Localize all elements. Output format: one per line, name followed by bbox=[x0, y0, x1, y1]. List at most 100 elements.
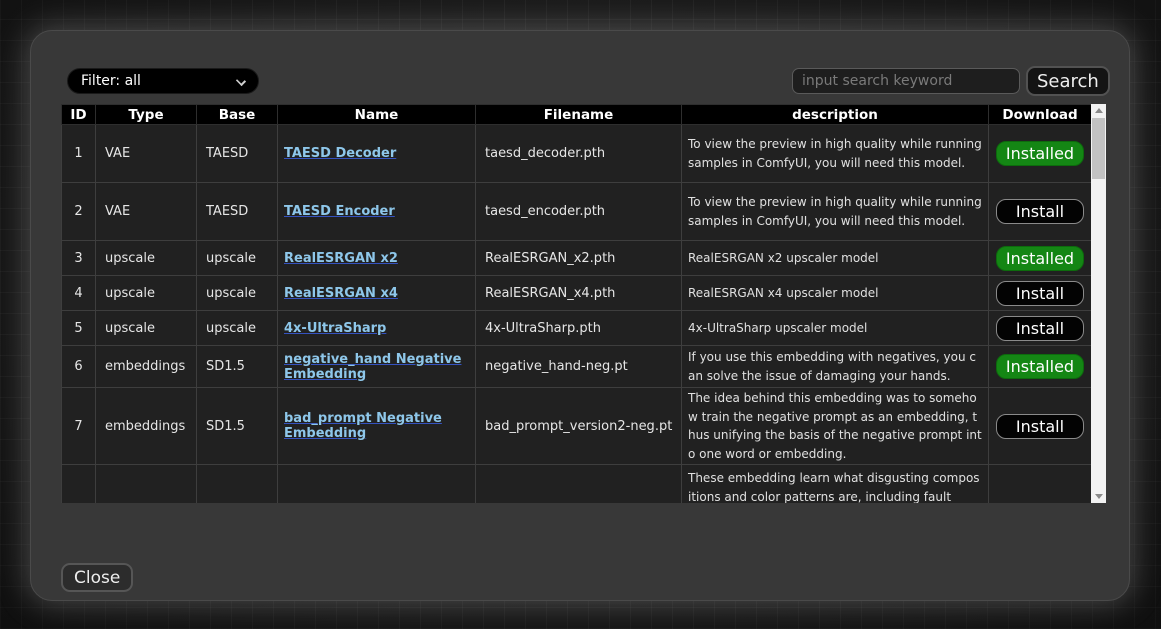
cell-id: 5 bbox=[62, 311, 96, 346]
model-name-link[interactable]: negative_hand Negative Embedding bbox=[284, 352, 461, 382]
model-name-link[interactable]: TAESD Decoder bbox=[284, 146, 396, 161]
cell-filename: RealESRGAN_x4.pth bbox=[476, 276, 682, 311]
close-button[interactable]: Close bbox=[61, 563, 133, 592]
cell-base: upscale bbox=[197, 276, 278, 311]
install-models-dialog: Filter: all Search IDTypeBaseNameFilenam… bbox=[30, 30, 1130, 601]
model-name-link[interactable]: RealESRGAN x2 bbox=[284, 251, 398, 266]
filter-selected-label: Filter: all bbox=[81, 73, 141, 89]
table-row: 4upscaleupscaleRealESRGAN x4RealESRGAN_x… bbox=[62, 276, 1092, 311]
installed-button[interactable]: Installed bbox=[996, 141, 1084, 166]
model-name-link[interactable]: bad_prompt Negative Embedding bbox=[284, 411, 442, 441]
cell-type: upscale bbox=[96, 311, 197, 346]
cell-download: Install bbox=[989, 388, 1092, 465]
cell-filename: taesd_decoder.pth bbox=[476, 125, 682, 183]
cell-filename: 4x-UltraSharp.pth bbox=[476, 311, 682, 346]
cell-name: TAESD Decoder bbox=[278, 125, 476, 183]
search-input[interactable] bbox=[792, 68, 1020, 94]
column-header-name: Name bbox=[278, 105, 476, 125]
model-name-link[interactable]: 4x-UltraSharp bbox=[284, 321, 386, 336]
chevron-down-icon bbox=[236, 76, 246, 86]
cell-description: To view the preview in high quality whil… bbox=[682, 125, 989, 183]
cell-filename: RealESRGAN_x2.pth bbox=[476, 241, 682, 276]
cell-id: 2 bbox=[62, 183, 96, 241]
column-header-type: Type bbox=[96, 105, 197, 125]
cell-id: 7 bbox=[62, 388, 96, 465]
cell-download: Installed bbox=[989, 241, 1092, 276]
cell-base: TAESD bbox=[197, 183, 278, 241]
cell-base: SD1.5 bbox=[197, 346, 278, 388]
column-header-id: ID bbox=[62, 105, 96, 125]
install-button[interactable]: Install bbox=[996, 281, 1084, 306]
cell-type bbox=[96, 465, 197, 504]
search-button[interactable]: Search bbox=[1026, 66, 1110, 96]
scroll-down-icon[interactable] bbox=[1091, 490, 1106, 503]
cell-type: upscale bbox=[96, 241, 197, 276]
cell-filename: taesd_encoder.pth bbox=[476, 183, 682, 241]
cell-type: embeddings bbox=[96, 388, 197, 465]
cell-type: upscale bbox=[96, 276, 197, 311]
cell-description: To view the preview in high quality whil… bbox=[682, 183, 989, 241]
model-name-link[interactable]: TAESD Encoder bbox=[284, 204, 395, 219]
cell-base bbox=[197, 465, 278, 504]
column-header-description: description bbox=[682, 105, 989, 125]
table-row: 2VAETAESD TAESD Encoder taesd_encoder.pthT… bbox=[62, 183, 1092, 241]
cell-base: upscale bbox=[197, 241, 278, 276]
cell-description: These embedding learn what disgusting co… bbox=[682, 465, 989, 504]
cell-name: 4x-UltraSharp bbox=[278, 311, 476, 346]
cell-id bbox=[62, 465, 96, 504]
model-table-body: 1VAETAESDTAESD Decodertaesd_decoder.pthT… bbox=[62, 125, 1092, 504]
column-header-base: Base bbox=[197, 105, 278, 125]
table-scrollbar[interactable] bbox=[1091, 104, 1106, 503]
cell-download: Install bbox=[989, 183, 1092, 241]
cell-download: Installed bbox=[989, 346, 1092, 388]
cell-filename: negative_hand-neg.pt bbox=[476, 346, 682, 388]
cell-base: TAESD bbox=[197, 125, 278, 183]
model-name-link[interactable]: RealESRGAN x4 bbox=[284, 286, 398, 301]
model-table-container: IDTypeBaseNameFilenamedescriptionDownloa… bbox=[61, 104, 1091, 503]
scroll-up-icon[interactable] bbox=[1091, 104, 1106, 117]
column-header-download: Download bbox=[989, 105, 1092, 125]
installed-button[interactable]: Installed bbox=[996, 246, 1084, 271]
cell-id: 6 bbox=[62, 346, 96, 388]
table-row: 1VAETAESD TAESD Decoder taesd_decoder.pthT… bbox=[62, 125, 1092, 183]
cell-filename bbox=[476, 465, 682, 504]
cell-type: embeddings bbox=[96, 346, 197, 388]
filter-select[interactable]: Filter: all bbox=[67, 68, 259, 94]
cell-name bbox=[278, 465, 476, 504]
cell-id: 3 bbox=[62, 241, 96, 276]
cell-download: Installed bbox=[989, 125, 1092, 183]
cell-name: RealESRGAN x4 bbox=[278, 276, 476, 311]
cell-filename: bad_prompt_version2-neg.pt bbox=[476, 388, 682, 465]
table-header-row: IDTypeBaseNameFilenamedescriptionDownloa… bbox=[62, 105, 1092, 125]
cell-name: TAESD Encoder bbox=[278, 183, 476, 241]
cell-description: RealESRGAN x2 upscaler model bbox=[682, 241, 989, 276]
cell-download bbox=[989, 465, 1092, 504]
table-row: 6embeddingsSD1.5negative_hand Negative E… bbox=[62, 346, 1092, 388]
cell-id: 4 bbox=[62, 276, 96, 311]
column-header-filename: Filename bbox=[476, 105, 682, 125]
install-button[interactable]: Install bbox=[996, 316, 1084, 341]
cell-download: Install bbox=[989, 311, 1092, 346]
cell-description: 4x-UltraSharp upscaler model bbox=[682, 311, 989, 346]
table-row: These embedding learn what disgusting co… bbox=[62, 465, 1092, 504]
cell-type: VAE bbox=[96, 125, 197, 183]
cell-name: bad_prompt Negative Embedding bbox=[278, 388, 476, 465]
table-row: 3upscaleupscaleRealESRGAN x2RealESRGAN_x… bbox=[62, 241, 1092, 276]
table-row: 5upscaleupscale4x-UltraSharp4x-UltraShar… bbox=[62, 311, 1092, 346]
install-button[interactable]: Install bbox=[996, 199, 1084, 224]
cell-id: 1 bbox=[62, 125, 96, 183]
cell-name: RealESRGAN x2 bbox=[278, 241, 476, 276]
table-row: 7embeddingsSD1.5bad_prompt Negative Embe… bbox=[62, 388, 1092, 465]
cell-type: VAE bbox=[96, 183, 197, 241]
cell-download: Install bbox=[989, 276, 1092, 311]
model-table: IDTypeBaseNameFilenamedescriptionDownloa… bbox=[61, 104, 1091, 503]
cell-description: If you use this embedding with negatives… bbox=[682, 346, 989, 388]
cell-name: negative_hand Negative Embedding bbox=[278, 346, 476, 388]
installed-button[interactable]: Installed bbox=[996, 354, 1084, 379]
scrollbar-thumb[interactable] bbox=[1092, 118, 1105, 179]
install-button[interactable]: Install bbox=[996, 414, 1084, 439]
cell-description: The idea behind this embedding was to so… bbox=[682, 388, 989, 465]
cell-description: RealESRGAN x4 upscaler model bbox=[682, 276, 989, 311]
cell-base: SD1.5 bbox=[197, 388, 278, 465]
cell-base: upscale bbox=[197, 311, 278, 346]
